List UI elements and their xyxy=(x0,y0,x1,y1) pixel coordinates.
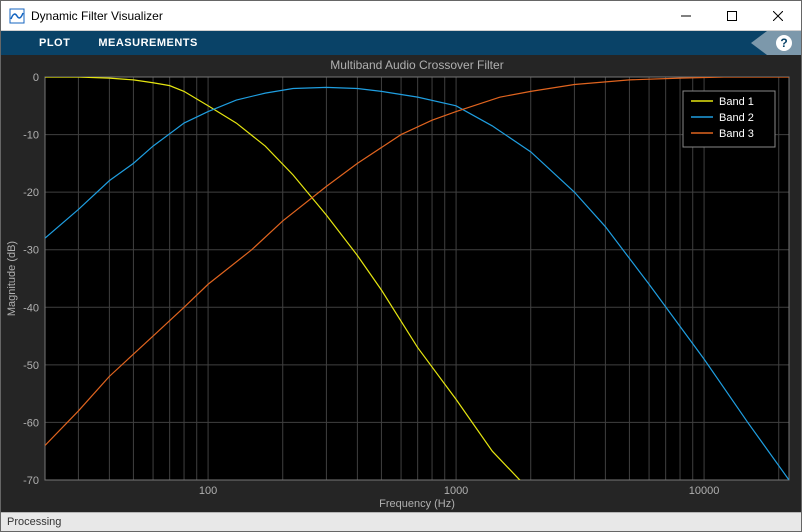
tab-measurements[interactable]: MEASUREMENTS xyxy=(84,31,212,55)
svg-text:1000: 1000 xyxy=(444,485,468,497)
window-title: Dynamic Filter Visualizer xyxy=(31,9,663,23)
svg-text:100: 100 xyxy=(199,485,217,497)
chart-area[interactable]: -70 -60 -50 -40 -30 -20 -10 0 100 1000 10000 Multib… xyxy=(1,55,801,512)
svg-text:-30: -30 xyxy=(23,245,39,257)
maximize-button[interactable] xyxy=(709,1,755,30)
help-button[interactable]: ? xyxy=(767,31,801,55)
svg-text:-10: -10 xyxy=(23,130,39,142)
tab-plot[interactable]: PLOT xyxy=(25,31,84,55)
svg-text:Magnitude (dB): Magnitude (dB) xyxy=(6,241,18,316)
svg-text:-40: -40 xyxy=(23,302,39,314)
toolbar: PLOT MEASUREMENTS ? xyxy=(1,31,801,55)
svg-text:Frequency (Hz): Frequency (Hz) xyxy=(379,498,455,510)
svg-text:-50: -50 xyxy=(23,360,39,372)
svg-text:0: 0 xyxy=(33,72,39,84)
app-icon xyxy=(9,8,25,24)
svg-text:Multiband Audio Crossover Filt: Multiband Audio Crossover Filter xyxy=(330,58,503,72)
status-bar: Processing xyxy=(1,512,801,531)
titlebar: Dynamic Filter Visualizer xyxy=(1,1,801,31)
status-text: Processing xyxy=(7,516,61,528)
svg-text:-60: -60 xyxy=(23,417,39,429)
svg-text:Band 2: Band 2 xyxy=(719,112,754,124)
svg-text:Band 3: Band 3 xyxy=(719,128,754,140)
svg-text:Band 1: Band 1 xyxy=(719,96,754,108)
svg-text:-70: -70 xyxy=(23,475,39,487)
tab-label: PLOT xyxy=(39,37,70,49)
minimize-button[interactable] xyxy=(663,1,709,30)
svg-text:-20: -20 xyxy=(23,187,39,199)
tab-label: MEASUREMENTS xyxy=(98,37,198,49)
close-button[interactable] xyxy=(755,1,801,30)
svg-text:10000: 10000 xyxy=(689,485,720,497)
help-icon: ? xyxy=(776,35,792,51)
